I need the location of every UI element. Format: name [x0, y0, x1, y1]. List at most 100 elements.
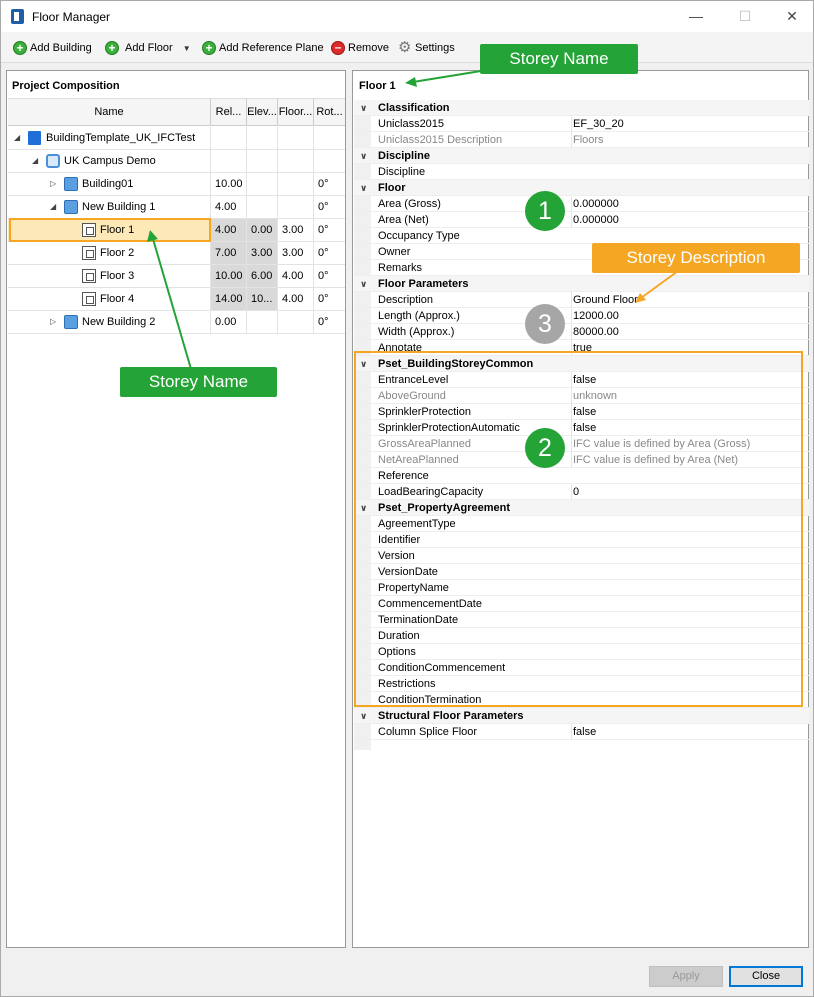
collapse-toggle-icon[interactable]: ◢	[14, 127, 20, 149]
property-value[interactable]: 12000.00	[571, 308, 809, 324]
rel-cell[interactable]: 14.00	[211, 288, 247, 310]
property-row[interactable]: AgreementType	[354, 516, 809, 532]
rotation-cell[interactable]: 0°	[314, 288, 345, 310]
name-cell[interactable]: ◢ BuildingTemplate_UK_IFCTest	[8, 127, 211, 149]
tree-row[interactable]: Floor 1 4.00 0.00 3.00 0°	[8, 218, 345, 242]
column-header-rel[interactable]: Rel...	[211, 99, 247, 126]
rotation-cell[interactable]	[314, 150, 345, 172]
property-row[interactable]: GrossAreaPlanned IFC value is defined by …	[354, 436, 809, 452]
tree-row[interactable]: Floor 2 7.00 3.00 3.00 0°	[8, 242, 345, 265]
property-row[interactable]: EntranceLevel false	[354, 372, 809, 388]
property-row[interactable]: Identifier	[354, 532, 809, 548]
name-cell[interactable]: ▷ New Building 2	[8, 311, 211, 333]
property-value[interactable]: 80000.00	[571, 324, 809, 340]
rotation-cell[interactable]: 0°	[314, 311, 345, 333]
floor-height-cell[interactable]	[278, 150, 314, 172]
rel-cell[interactable]: 10.00	[211, 173, 247, 195]
rotation-cell[interactable]	[314, 127, 345, 149]
property-row[interactable]: Discipline	[354, 164, 809, 180]
apply-button[interactable]: Apply	[649, 966, 723, 987]
rel-cell[interactable]	[211, 150, 247, 172]
rel-cell[interactable]: 4.00	[211, 219, 247, 241]
chevron-down-icon[interactable]: ∨	[360, 356, 367, 372]
property-row[interactable]: SprinklerProtectionAutomatic false	[354, 420, 809, 436]
property-row[interactable]: Width (Approx.) 80000.00	[354, 324, 809, 340]
name-cell[interactable]: Floor 2	[8, 242, 211, 264]
tree-row[interactable]: Floor 3 10.00 6.00 4.00 0°	[8, 265, 345, 288]
chevron-down-icon[interactable]: ∨	[360, 708, 367, 724]
name-cell[interactable]: ◢ New Building 1	[8, 196, 211, 218]
elev-cell[interactable]	[247, 150, 278, 172]
property-category[interactable]: ∨ Floor Parameters	[354, 276, 809, 292]
elev-cell[interactable]	[247, 196, 278, 218]
property-value[interactable]: unknown	[571, 388, 809, 404]
property-row[interactable]: Uniclass2015 EF_30_20	[354, 116, 809, 132]
floor-height-cell[interactable]: 3.00	[278, 219, 314, 241]
rel-cell[interactable]: 10.00	[211, 265, 247, 287]
property-row[interactable]: Version	[354, 548, 809, 564]
column-header-rot[interactable]: Rot...	[314, 99, 345, 126]
property-row[interactable]: Length (Approx.) 12000.00	[354, 308, 809, 324]
floor-height-cell[interactable]: 4.00	[278, 265, 314, 287]
property-row[interactable]: ConditionTermination	[354, 692, 809, 708]
chevron-down-icon[interactable]: ∨	[360, 100, 367, 116]
tree-row[interactable]: ◢ New Building 1 4.00 0°	[8, 196, 345, 219]
expand-toggle-icon[interactable]: ▷	[50, 311, 56, 333]
close-icon[interactable]: ✕	[777, 5, 807, 27]
close-button[interactable]: Close	[729, 966, 803, 987]
rotation-cell[interactable]: 0°	[314, 196, 345, 218]
property-row[interactable]: Restrictions	[354, 676, 809, 692]
property-value[interactable]: EF_30_20	[571, 116, 809, 132]
property-row[interactable]: Uniclass2015 Description Floors	[354, 132, 809, 148]
name-cell[interactable]: Floor 4	[8, 288, 211, 310]
name-cell[interactable]: Floor 1	[8, 219, 211, 241]
property-row[interactable]: SprinklerProtection false	[354, 404, 809, 420]
property-category[interactable]: ∨ Pset_BuildingStoreyCommon	[354, 356, 809, 372]
property-category[interactable]: ∨ Classification	[354, 100, 809, 116]
property-value[interactable]: false	[571, 420, 809, 436]
elev-cell[interactable]	[247, 311, 278, 333]
property-row[interactable]: Area (Net) 0.000000	[354, 212, 809, 228]
property-row[interactable]: PropertyName	[354, 580, 809, 596]
tree-row[interactable]: ◢ BuildingTemplate_UK_IFCTest	[8, 127, 345, 150]
floor-height-cell[interactable]	[278, 127, 314, 149]
elev-cell[interactable]	[247, 127, 278, 149]
tree-row[interactable]: ▷ New Building 2 0.00 0°	[8, 311, 345, 334]
column-header-elev[interactable]: Elev...	[247, 99, 278, 126]
chevron-down-icon[interactable]: ∨	[360, 148, 367, 164]
add-floor-button[interactable]: + Add Floor ▼	[105, 39, 191, 57]
property-value[interactable]: Floors	[571, 132, 809, 148]
property-value[interactable]: 0.000000	[571, 196, 809, 212]
property-value[interactable]: true	[571, 340, 809, 356]
name-cell[interactable]: ▷ Building01	[8, 173, 211, 195]
floor-height-cell[interactable]	[278, 196, 314, 218]
rel-cell[interactable]: 7.00	[211, 242, 247, 264]
property-row[interactable]: VersionDate	[354, 564, 809, 580]
rotation-cell[interactable]: 0°	[314, 173, 345, 195]
property-category[interactable]: ∨ Pset_PropertyAgreement	[354, 500, 809, 516]
elev-cell[interactable]: 3.00	[247, 242, 278, 264]
column-header-floor[interactable]: Floor...	[278, 99, 314, 126]
property-row[interactable]: Reference	[354, 468, 809, 484]
rel-cell[interactable]	[211, 127, 247, 149]
tree-row[interactable]: ◢ UK Campus Demo	[8, 150, 345, 173]
chevron-down-icon[interactable]: ▼	[183, 44, 191, 53]
property-value[interactable]: IFC value is defined by Area (Gross)	[571, 436, 809, 452]
property-value[interactable]: Ground Floor	[571, 292, 809, 308]
property-row[interactable]: AboveGround unknown	[354, 388, 809, 404]
floor-height-cell[interactable]	[278, 173, 314, 195]
property-value[interactable]: 0	[571, 484, 809, 500]
column-header-name[interactable]: Name	[8, 99, 211, 126]
name-cell[interactable]: ◢ UK Campus Demo	[8, 150, 211, 172]
property-row[interactable]: ConditionCommencement	[354, 660, 809, 676]
property-category[interactable]: ∨ Floor	[354, 180, 809, 196]
elev-cell[interactable]: 10...	[247, 288, 278, 310]
property-row[interactable]: Column Splice Floor false	[354, 724, 809, 740]
collapse-toggle-icon[interactable]: ◢	[50, 196, 56, 218]
tree-row[interactable]: ▷ Building01 10.00 0°	[8, 173, 345, 196]
maximize-icon[interactable]: ☐	[730, 5, 760, 27]
property-value[interactable]: 0.000000	[571, 212, 809, 228]
property-value[interactable]: IFC value is defined by Area (Net)	[571, 452, 809, 468]
remove-button[interactable]: – Remove	[331, 39, 389, 57]
property-row[interactable]: NetAreaPlanned IFC value is defined by Ar…	[354, 452, 809, 468]
